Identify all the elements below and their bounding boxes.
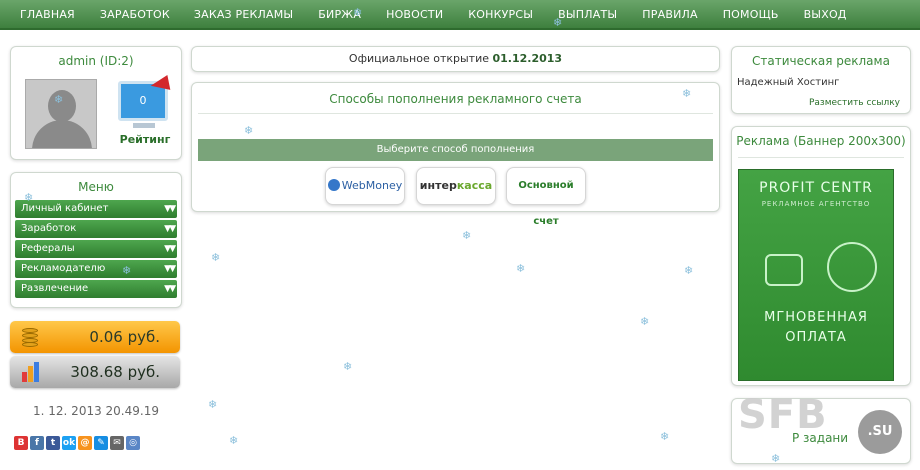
menu-item-entertainment[interactable]: Развлечение ▼▼: [15, 280, 177, 298]
divider: [738, 157, 904, 158]
nav-payouts[interactable]: ВЫПЛАТЫ: [558, 0, 617, 30]
expand-arrows-icon: ▼▼: [164, 204, 176, 214]
opening-date: 01.12.2013: [492, 52, 563, 65]
interkassa-label-a: интер: [419, 179, 457, 192]
snowflake-icon: ❄: [640, 315, 650, 328]
nav-logout[interactable]: ВЫХОД: [804, 0, 847, 30]
menu-item-label: Рефералы: [21, 243, 75, 254]
expand-arrows-icon: ▼▼: [164, 224, 176, 234]
snowflake-icon: ❄: [553, 16, 563, 29]
static-ads-title: Статическая реклама: [752, 54, 890, 68]
payment-methods-title: Способы пополнения рекламного счета: [329, 92, 582, 106]
choose-method-bar: Выберите способ пополнения: [198, 139, 713, 161]
expand-arrows-icon: ▼▼: [164, 284, 176, 294]
webmoney-button[interactable]: WebMoney: [325, 167, 405, 205]
divider: [198, 113, 713, 114]
facebook-icon[interactable]: t: [46, 436, 60, 450]
nav-order-ads[interactable]: ЗАКАЗ РЕКЛАМЫ: [194, 0, 293, 30]
banner-brand: PROFIT CENTR: [759, 180, 873, 196]
monitor-stand: [133, 123, 155, 128]
place-link-button[interactable]: Разместить ссылку: [809, 98, 900, 108]
snowflake-icon: ❄: [122, 264, 132, 277]
opening-notice: Официальное открытие 01.12.2013: [191, 46, 720, 72]
wallet-icon: [765, 254, 803, 286]
twitter-icon[interactable]: ok: [62, 436, 76, 450]
nav-news[interactable]: НОВОСТИ: [386, 0, 443, 30]
webmoney-logo-icon: [827, 242, 877, 292]
rating-value: 0: [139, 94, 147, 107]
odnoklassniki-icon[interactable]: @: [78, 436, 92, 450]
avatar[interactable]: [25, 79, 97, 149]
banner-subtitle: РЕКЛАМНОЕ АГЕНТСТВО: [761, 200, 871, 208]
ad-balance[interactable]: 308.68 руб.: [10, 356, 180, 388]
opening-label: Официальное открытие: [348, 52, 489, 65]
snowflake-icon: ❄: [771, 452, 781, 465]
menu-item-label: Личный кабинет: [21, 203, 109, 214]
top-navigation: ГЛАВНАЯ ЗАРАБОТОК ЗАКАЗ РЕКЛАМЫ БИРЖА НО…: [0, 0, 920, 30]
nav-home[interactable]: ГЛАВНАЯ: [20, 0, 75, 30]
coins-icon: [20, 326, 40, 348]
menu-item-cabinet[interactable]: Личный кабинет ▼▼: [15, 200, 177, 218]
menu-item-label: Заработок: [21, 223, 77, 234]
snowflake-icon: ❄: [54, 93, 64, 106]
datetime: 1. 12. 2013 20.49.19: [33, 404, 159, 418]
snowflake-icon: ❄: [211, 251, 221, 264]
snowflake-icon: ❄: [684, 264, 694, 277]
banner-panel: Реклама (Баннер 200x300) PROFIT CENTR РЕ…: [731, 126, 911, 386]
livejournal-icon[interactable]: ✉: [110, 436, 124, 450]
nav-contests[interactable]: КОНКУРСЫ: [468, 0, 533, 30]
menu-item-referrals[interactable]: Рефералы ▼▼: [15, 240, 177, 258]
watermark-badge: .SU: [858, 410, 902, 454]
ad-balance-value: 308.68 руб.: [70, 363, 160, 381]
expand-arrows-icon: ▼▼: [164, 264, 176, 274]
mail-ru-icon[interactable]: ✎: [94, 436, 108, 450]
nav-rules[interactable]: ПРАВИЛА: [642, 0, 697, 30]
rating-label[interactable]: Рейтинг: [115, 133, 175, 146]
banner-line-2: ОПЛАТА: [785, 330, 847, 345]
menu-panel: Меню Личный кабинет ▼▼ Заработок ▼▼ Рефера…: [10, 172, 182, 308]
menu-item-advertiser[interactable]: Рекламодателю ▼▼: [15, 260, 177, 278]
nav-help[interactable]: ПОМОЩЬ: [723, 0, 779, 30]
menu-item-label: Рекламодателю: [21, 263, 106, 274]
snowflake-icon: ❄: [516, 262, 526, 275]
menu-item-label: Развлечение: [21, 283, 89, 294]
main-balance[interactable]: 0.06 руб.: [10, 321, 180, 353]
webmoney-globe-icon: [327, 179, 340, 191]
snowflake-icon: ❄: [660, 430, 670, 443]
main-balance-value: 0.06 руб.: [89, 328, 160, 346]
snowflake-icon: ❄: [353, 6, 363, 19]
nav-earnings[interactable]: ЗАРАБОТОК: [100, 0, 170, 30]
snowflake-icon: ❄: [462, 229, 472, 242]
vk-icon[interactable]: f: [30, 436, 44, 450]
main-account-button[interactable]: Основной счет: [506, 167, 586, 227]
snowflake-icon: ❄: [229, 434, 239, 447]
interkassa-label-b: касса: [456, 179, 493, 192]
email-icon[interactable]: ◎: [126, 436, 140, 450]
menu-item-earnings[interactable]: Заработок ▼▼: [15, 220, 177, 238]
user-panel: admin (ID:2) 0 Рейтинг: [10, 46, 182, 160]
avatar-body-shape: [32, 120, 92, 148]
snowflake-icon: ❄: [682, 87, 692, 100]
ad-banner[interactable]: PROFIT CENTR РЕКЛАМНОЕ АГЕНТСТВО МГНОВЕН…: [738, 169, 894, 381]
watermark-logo: SFB: [738, 392, 828, 438]
menu-title: Меню: [78, 180, 114, 194]
payment-methods-panel: Способы пополнения рекламного счета Выбе…: [191, 82, 720, 227]
chart-icon: [20, 360, 44, 384]
share-icon[interactable]: В: [14, 436, 28, 450]
banner-title: Реклама (Баннер 200x300): [736, 134, 906, 148]
expand-arrows-icon: ▼▼: [164, 244, 176, 254]
snowflake-icon: ❄: [343, 360, 353, 373]
user-title: admin (ID:2): [58, 54, 134, 68]
banner-line-1: МГНОВЕННАЯ: [764, 310, 868, 325]
snowflake-icon: ❄: [244, 124, 254, 137]
webmoney-label: WebMoney: [341, 179, 403, 192]
hosting-link[interactable]: Надежный Хостинг: [737, 77, 839, 88]
static-ads-panel: Статическая реклама Надежный Хостинг Раз…: [731, 46, 911, 114]
snowflake-icon: ❄: [208, 398, 218, 411]
social-share-bar: В f t ok @ ✎ ✉ ◎: [14, 436, 140, 450]
interkassa-button[interactable]: интеркасса: [416, 167, 496, 205]
snowflake-icon: ❄: [24, 191, 34, 204]
